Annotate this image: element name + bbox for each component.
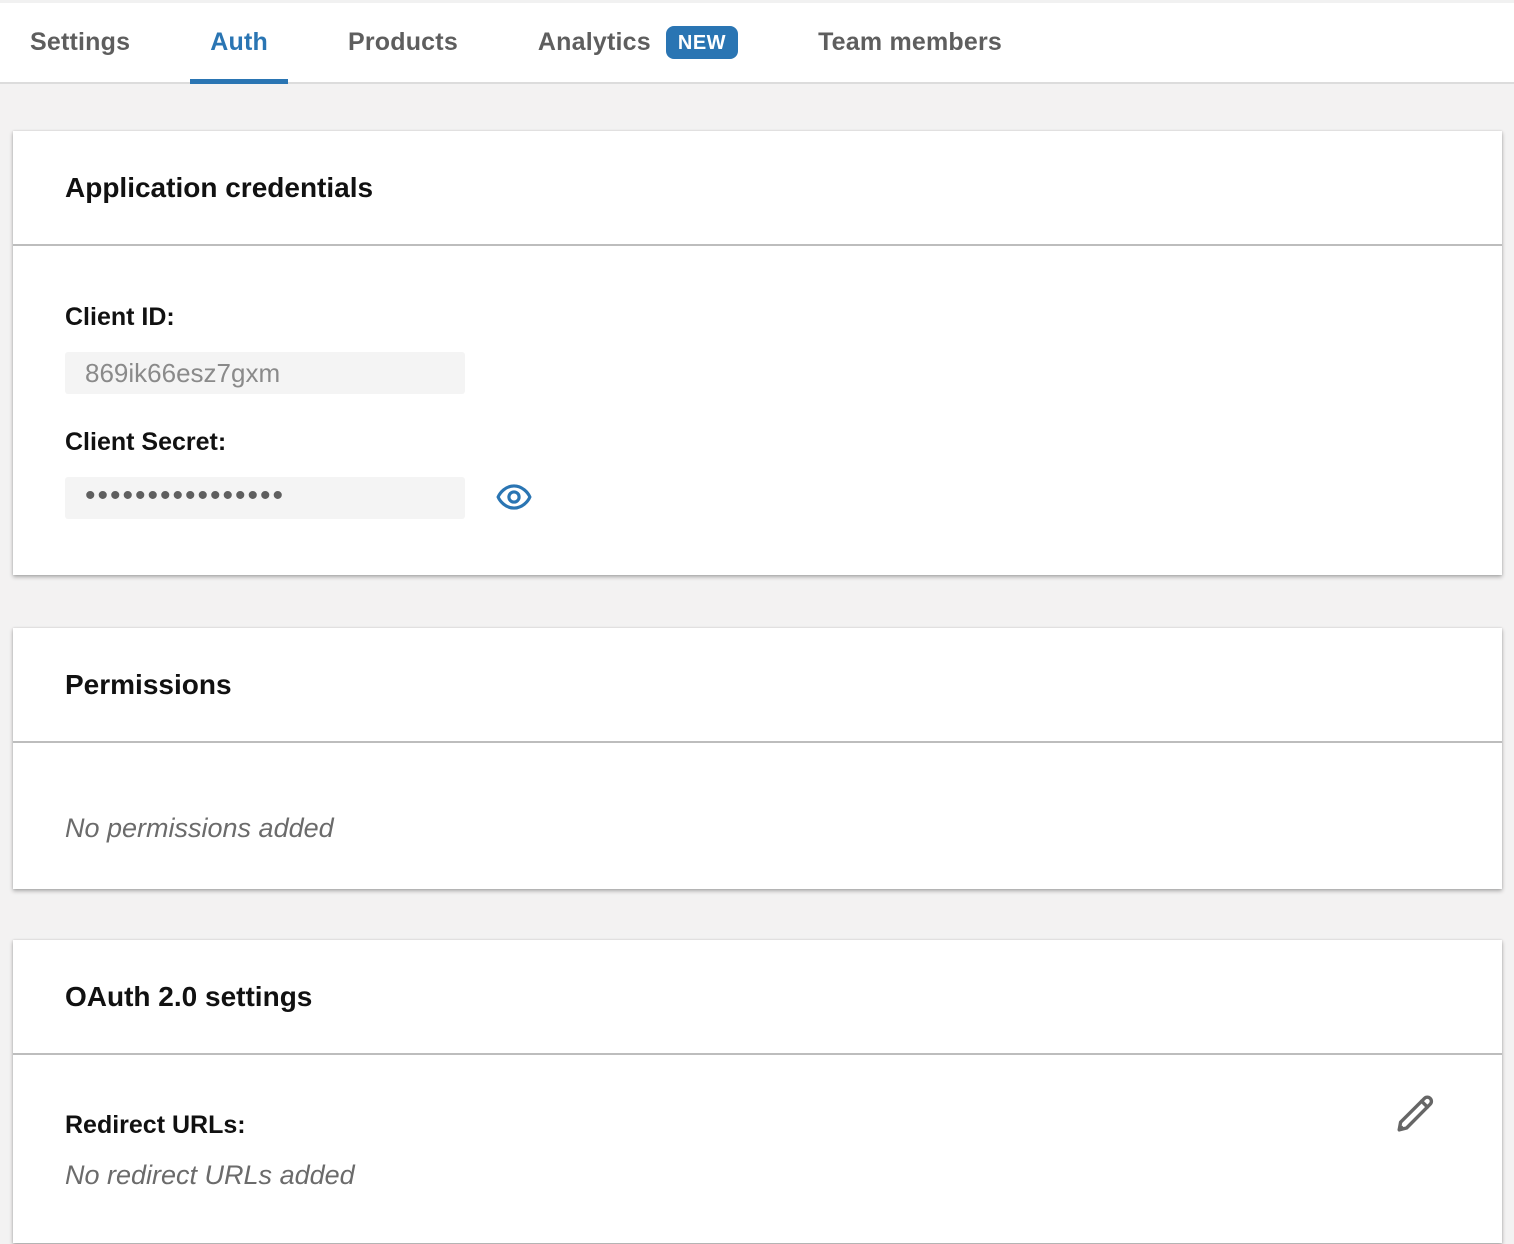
- client-id-field[interactable]: 869ik66esz7gxm: [65, 352, 465, 394]
- client-secret-field[interactable]: ••••••••••••••••: [65, 477, 465, 519]
- tab-auth[interactable]: Auth: [210, 3, 268, 82]
- eye-icon: [496, 482, 532, 515]
- reveal-secret-button[interactable]: [495, 481, 533, 515]
- redirect-urls-label: Redirect URLs:: [65, 1111, 1450, 1140]
- edit-redirect-urls-button[interactable]: [1392, 1089, 1440, 1137]
- oauth-settings-body: Redirect URLs: No redirect URLs added: [13, 1055, 1502, 1243]
- permissions-empty-text: No permissions added: [65, 813, 1450, 844]
- application-credentials-title: Application credentials: [65, 172, 373, 204]
- client-secret-label: Client Secret:: [65, 428, 1450, 457]
- redirect-urls-empty-text: No redirect URLs added: [65, 1160, 1450, 1191]
- client-secret-masked-value: ••••••••••••••••: [85, 481, 285, 511]
- tab-products[interactable]: Products: [348, 3, 458, 82]
- pencil-icon: [1392, 1125, 1440, 1140]
- client-secret-row: ••••••••••••••••: [65, 477, 1450, 519]
- oauth-settings-title: OAuth 2.0 settings: [65, 981, 312, 1013]
- tab-analytics-label: Analytics: [538, 28, 651, 57]
- tab-products-label: Products: [348, 28, 458, 57]
- application-credentials-card: Application credentials Client ID: 869ik…: [13, 131, 1502, 575]
- tab-bar: Settings Auth Products Analytics NEW Tea…: [0, 0, 1514, 84]
- client-id-label: Client ID:: [65, 303, 1450, 332]
- oauth-settings-header: OAuth 2.0 settings: [13, 940, 1502, 1055]
- application-credentials-header: Application credentials: [13, 131, 1502, 246]
- oauth-settings-card: OAuth 2.0 settings Redirect URLs: No red…: [13, 940, 1502, 1243]
- permissions-card: Permissions No permissions added: [13, 628, 1502, 889]
- tab-team-members[interactable]: Team members: [818, 3, 1002, 82]
- tab-settings[interactable]: Settings: [30, 3, 130, 82]
- tab-settings-label: Settings: [30, 28, 130, 57]
- application-credentials-body: Client ID: 869ik66esz7gxm Client Secret:…: [13, 246, 1502, 575]
- new-badge: NEW: [666, 26, 738, 59]
- client-id-value: 869ik66esz7gxm: [85, 358, 280, 389]
- tab-auth-label: Auth: [210, 28, 268, 57]
- permissions-body: No permissions added: [13, 743, 1502, 889]
- tab-analytics[interactable]: Analytics NEW: [538, 3, 738, 82]
- permissions-header: Permissions: [13, 628, 1502, 743]
- tab-team-members-label: Team members: [818, 28, 1002, 57]
- permissions-title: Permissions: [65, 669, 232, 701]
